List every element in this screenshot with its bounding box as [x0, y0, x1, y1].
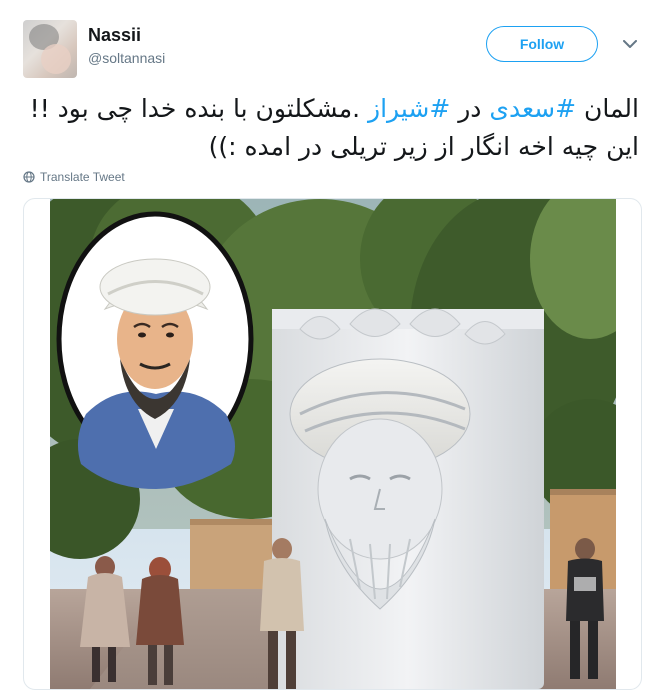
hashtag-link[interactable]: #سعدی: [489, 94, 576, 123]
translate-tweet-link[interactable]: Translate Tweet: [23, 170, 125, 184]
text-segment: المان: [576, 94, 639, 123]
avatar[interactable]: [23, 20, 77, 78]
tweet-card: Nassii @soltannasi Follow المان #سعدی در…: [0, 0, 669, 694]
tweet-text-line-1: المان #سعدی در #شیراز .مشکلتون با بنده خ…: [19, 90, 639, 128]
chevron-down-icon[interactable]: [620, 34, 640, 54]
text-segment: .مشکلتون با بنده خدا چی بود !!: [29, 94, 369, 123]
tweet-photo-card[interactable]: [23, 198, 642, 690]
globe-icon: [23, 171, 35, 183]
tweet-text: المان #سعدی در #شیراز .مشکلتون با بنده خ…: [19, 90, 639, 166]
screen-name[interactable]: @soltannasi: [88, 50, 165, 66]
tweet-text-line-2: این چیه اخه انگار از زیر تریلی در امده :…: [208, 132, 639, 161]
hashtag-link[interactable]: #شیراز: [368, 94, 450, 123]
text-segment: در: [450, 94, 490, 123]
display-name[interactable]: Nassii: [88, 25, 141, 46]
translate-label: Translate Tweet: [40, 170, 125, 184]
follow-button[interactable]: Follow: [486, 26, 598, 62]
tweet-photo[interactable]: [50, 199, 616, 689]
